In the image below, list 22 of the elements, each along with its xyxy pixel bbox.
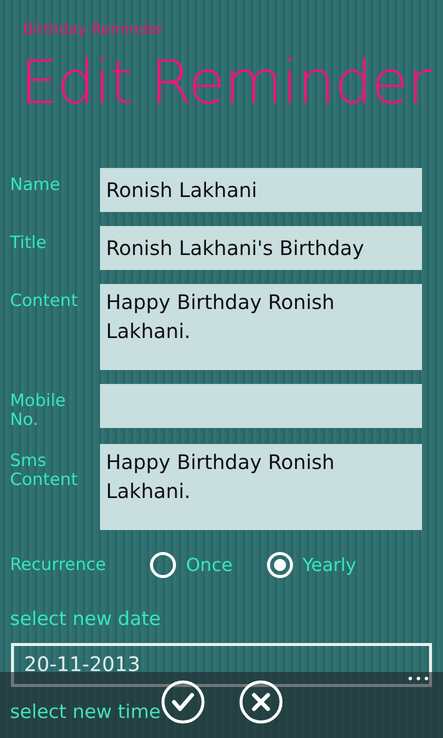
radio-label[interactable]: Once bbox=[186, 554, 233, 576]
date-label: select new date bbox=[10, 610, 161, 629]
field-label: Content bbox=[10, 290, 79, 311]
more-button[interactable]: ••• bbox=[406, 672, 431, 686]
field-label: Title bbox=[10, 232, 48, 253]
input-field[interactable] bbox=[100, 384, 422, 428]
radio-button[interactable] bbox=[150, 552, 176, 578]
close-icon[interactable] bbox=[238, 680, 282, 724]
text-area[interactable]: Happy Birthday Ronish Lakhani. bbox=[100, 444, 422, 530]
text-area[interactable]: Happy Birthday Ronish Lakhani. bbox=[100, 284, 422, 370]
radio-label[interactable]: Yearly bbox=[302, 554, 356, 576]
time-label: select new time bbox=[10, 703, 161, 722]
input-field[interactable]: Ronish Lakhani's Birthday bbox=[100, 226, 422, 270]
page-title: Edit Reminder bbox=[20, 48, 431, 118]
app-name: Birthday Reminder bbox=[23, 20, 164, 38]
recurrence-label: Recurrence bbox=[10, 556, 107, 574]
field-label: Name bbox=[10, 174, 62, 195]
radio-button[interactable] bbox=[266, 552, 293, 578]
input-field[interactable]: Ronish Lakhani bbox=[100, 168, 422, 212]
field-label: Mobile No. bbox=[10, 390, 67, 430]
check-icon[interactable] bbox=[160, 680, 204, 724]
field-label: Sms Content bbox=[10, 450, 79, 490]
